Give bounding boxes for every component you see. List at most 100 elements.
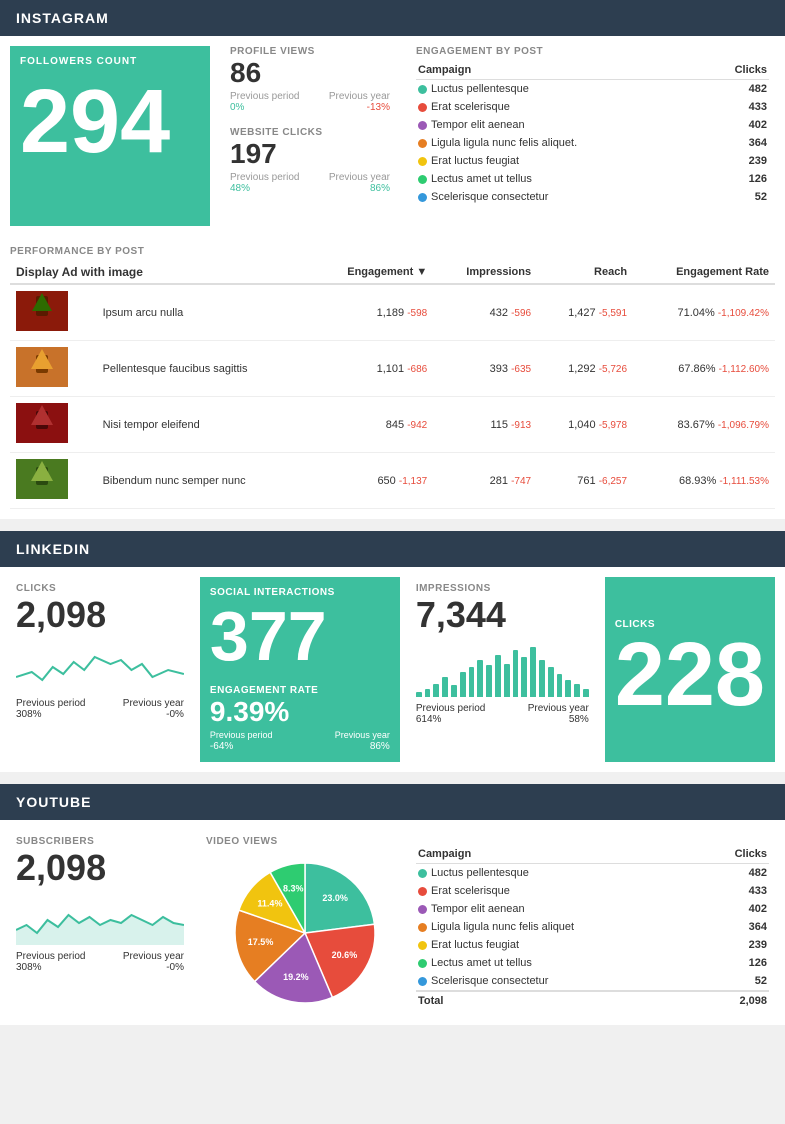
bar — [583, 689, 589, 697]
social-value: 377 — [210, 598, 390, 675]
eng-rate-sub: Previous period -64% Previous year 86% — [210, 730, 390, 752]
pie-label: 8.3% — [283, 883, 304, 893]
profile-prev-period-label: Previous period 0% — [230, 91, 299, 113]
yt-col-campaign: Campaign — [416, 845, 704, 864]
yt-total-value: 2,098 — [704, 991, 769, 1010]
bar — [521, 657, 527, 697]
eng-col-clicks[interactable]: Clicks — [705, 61, 769, 80]
eng-rate-label: ENGAGEMENT RATE — [210, 685, 390, 696]
bar — [433, 684, 439, 697]
post-reach: 1,427 -5,591 — [537, 284, 633, 341]
profile-views-label: PROFILE VIEWS — [230, 46, 390, 57]
engagement-clicks: 402 — [705, 116, 769, 134]
perf-col-engagement[interactable]: Engagement ▼ — [309, 261, 433, 284]
subscribers-sub: Previous period 308% Previous year -0% — [16, 951, 184, 973]
yt-campaign: Scelerisque consectetur — [416, 972, 704, 991]
post-reach: 761 -6,257 — [537, 453, 633, 509]
bar — [504, 664, 510, 697]
perf-col-rate: Engagement Rate — [633, 261, 775, 284]
profile-views-value: 86 — [230, 57, 390, 89]
imp-prev-period: Previous period 614% — [416, 703, 485, 725]
perf-label: PERFORMANCE BY POST — [10, 246, 775, 257]
subscribers-box: SUBSCRIBERS 2,098 Previous period 308% P… — [10, 830, 190, 1015]
list-item: Luctus pellentesque 482 — [416, 864, 769, 883]
yt-total-label: Total — [416, 991, 704, 1010]
yt-engagement-box: x Campaign Clicks Luctus pellentesque 48… — [410, 830, 775, 1015]
yt-clicks: 52 — [704, 972, 769, 991]
yt-campaign: Tempor elit aenean — [416, 900, 704, 918]
wc-prev-year: Previous year 86% — [329, 172, 390, 194]
table-row: Bibendum nunc semper nunc 650 -1,137 281… — [10, 453, 775, 509]
yt-engagement-table: Campaign Clicks Luctus pellentesque 482 … — [416, 845, 769, 1010]
imp-prev-year: Previous year 58% — [528, 703, 589, 725]
post-thumb — [10, 284, 97, 341]
bar — [442, 677, 448, 697]
website-clicks-block: WEBSITE CLICKS 197 Previous period 48% P… — [230, 127, 390, 194]
instagram-header: INSTAGRAM — [0, 0, 785, 36]
eng-rate-value: 9.39% — [210, 696, 390, 728]
post-thumb — [10, 397, 97, 453]
bar — [530, 647, 536, 697]
post-rate: 67.86% -1,112.60% — [633, 341, 775, 397]
engagement-clicks: 433 — [705, 98, 769, 116]
profile-views-sub: Previous period 0% Previous year -13% — [230, 91, 390, 113]
engagement-campaign: Erat scelerisque — [416, 98, 705, 116]
post-name: Nisi tempor eleifend — [97, 397, 309, 453]
lc-prev-period: Previous period 308% — [16, 698, 85, 720]
post-impressions: 281 -747 — [433, 453, 537, 509]
website-clicks-sub: Previous period 48% Previous year 86% — [230, 172, 390, 194]
bar — [574, 684, 580, 697]
bar — [557, 674, 563, 697]
post-impressions: 432 -596 — [433, 284, 537, 341]
list-item: Erat luctus feugiat 239 — [416, 936, 769, 954]
youtube-header: YOUTUBE — [0, 784, 785, 820]
post-rate: 68.93% -1,111.53% — [633, 453, 775, 509]
sub-prev-year: Previous year -0% — [123, 951, 184, 973]
engagement-campaign: Ligula ligula nunc felis aliquet. — [416, 134, 705, 152]
er-prev-period: Previous period -64% — [210, 730, 273, 752]
engagement-campaign: Luctus pellentesque — [416, 80, 705, 99]
engagement-clicks: 126 — [705, 170, 769, 188]
yt-campaign: Erat scelerisque — [416, 882, 704, 900]
table-row: Pellentesque faucibus sagittis 1,101 -68… — [10, 341, 775, 397]
sub-prev-period: Previous period 308% — [16, 951, 85, 973]
bar — [477, 660, 483, 697]
list-item: Erat luctus feugiat 239 — [416, 152, 769, 170]
yt-campaign: Luctus pellentesque — [416, 864, 704, 883]
impressions-label: IMPRESSIONS — [416, 583, 589, 594]
linkedin-clicks-value: 2,098 — [16, 594, 184, 636]
pie-label: 17.5% — [248, 937, 274, 947]
pie-label: 11.4% — [257, 898, 282, 908]
instagram-section: INSTAGRAM FOLLOWERS COUNT 294 PROFILE VI… — [0, 0, 785, 519]
linkedin-clicks-big-box: CLICKS 228 — [605, 577, 775, 762]
post-thumb — [10, 453, 97, 509]
wc-prev-period: Previous period 48% — [230, 172, 299, 194]
impressions-bar-chart — [416, 642, 589, 697]
engagement-campaign: Lectus amet ut tellus — [416, 170, 705, 188]
list-item: Tempor elit aenean 402 — [416, 900, 769, 918]
bar — [460, 672, 466, 697]
engagement-clicks: 239 — [705, 152, 769, 170]
yt-col-clicks[interactable]: Clicks — [704, 845, 769, 864]
yt-clicks: 482 — [704, 864, 769, 883]
engagement-table: Campaign Clicks Luctus pellentesque 482 … — [416, 61, 769, 206]
impressions-value: 7,344 — [416, 594, 589, 636]
followers-count-box: FOLLOWERS COUNT 294 — [10, 46, 210, 226]
bar — [495, 655, 501, 697]
li-clicks-big-value: 228 — [615, 630, 765, 720]
post-rate: 83.67% -1,096.79% — [633, 397, 775, 453]
yt-campaign: Erat luctus feugiat — [416, 936, 704, 954]
profile-views-block: PROFILE VIEWS 86 Previous period 0% Prev… — [230, 46, 390, 113]
bar — [486, 665, 492, 697]
bar — [548, 667, 554, 697]
website-clicks-value: 197 — [230, 138, 390, 170]
website-clicks-label: WEBSITE CLICKS — [230, 127, 390, 138]
post-engagement: 1,189 -598 — [309, 284, 433, 341]
yt-total-row: Total 2,098 — [416, 991, 769, 1010]
list-item: Erat scelerisque 433 — [416, 882, 769, 900]
linkedin-clicks-chart — [16, 642, 184, 692]
middle-metrics: PROFILE VIEWS 86 Previous period 0% Prev… — [220, 46, 400, 226]
perf-col-reach: Reach — [537, 261, 633, 284]
eng-col-campaign: Campaign — [416, 61, 705, 80]
engagement-clicks: 364 — [705, 134, 769, 152]
